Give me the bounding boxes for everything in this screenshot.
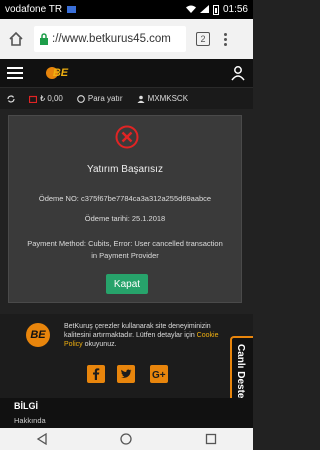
- hamburger-menu-icon[interactable]: [7, 67, 23, 79]
- dialog-title: Yatırım Başarısız: [87, 164, 163, 175]
- lock-icon: [39, 33, 49, 45]
- wifi-icon: [185, 5, 196, 15]
- back-icon[interactable]: [35, 432, 49, 446]
- site-logo[interactable]: BE: [45, 65, 69, 81]
- footer-info: BİLGİ Hakkında: [0, 398, 253, 428]
- status-bar: vodafone TR 01:56: [0, 0, 253, 19]
- signal-icon: [199, 4, 209, 15]
- about-link[interactable]: Hakkında: [14, 416, 46, 425]
- deposit-link[interactable]: Para yatır: [77, 94, 123, 103]
- balance: ₺ 0,00: [29, 94, 63, 103]
- svg-text:G+: G+: [152, 370, 166, 381]
- battery-icon: [212, 4, 219, 15]
- user-small-icon: [137, 95, 145, 103]
- close-button[interactable]: Kapat: [106, 274, 148, 294]
- deposit-icon: [77, 94, 85, 103]
- recents-icon[interactable]: [204, 432, 218, 446]
- footer-title: BİLGİ: [14, 401, 38, 411]
- cookie-logo-icon: BE: [26, 323, 50, 347]
- home-icon[interactable]: [6, 29, 26, 49]
- google-plus-icon[interactable]: G+: [150, 365, 168, 383]
- wallet-icon: [29, 95, 37, 103]
- carrier-label: vodafone TR: [5, 4, 63, 15]
- error-message-line1: Payment Method: Cubits, Error: User canc…: [27, 239, 223, 248]
- payment-date: Ödeme tarihi: 25.1.2018: [84, 214, 166, 223]
- cookie-text: BetKuruş çerezler kullanarak site deneyi…: [64, 323, 219, 348]
- tab-switcher-button[interactable]: 2: [196, 32, 210, 46]
- url-text: ://www.betkurus45.com: [52, 33, 171, 45]
- address-bar[interactable]: ://www.betkurus45.com: [34, 26, 186, 52]
- browser-menu-icon[interactable]: [222, 32, 228, 46]
- payment-number: Ödeme NO: c375f67be7784ca3a312a255d69aab…: [38, 194, 212, 203]
- username[interactable]: MXMKSCK: [137, 94, 188, 103]
- refresh-icon[interactable]: [7, 94, 15, 103]
- sim-icon: [66, 5, 76, 13]
- clock: 01:56: [222, 4, 248, 15]
- facebook-icon[interactable]: [87, 365, 105, 383]
- cookie-notice: BE BetKuruş çerezler kullanarak site den…: [0, 314, 253, 398]
- user-icon[interactable]: [230, 65, 246, 81]
- browser-toolbar: ://www.betkurus45.com 2: [0, 19, 253, 59]
- error-icon: [115, 125, 139, 149]
- twitter-icon[interactable]: [117, 365, 135, 383]
- account-info-bar: ₺ 0,00 Para yatır MXMKSCK: [0, 87, 253, 109]
- home-circle-icon[interactable]: [119, 432, 133, 446]
- site-header: BE: [0, 59, 253, 87]
- error-message-line2: in Payment Provider: [91, 251, 159, 260]
- payment-failed-dialog: Yatırım Başarısız Ödeme NO: c375f67be778…: [8, 115, 242, 303]
- system-navigation-bar: [0, 428, 253, 450]
